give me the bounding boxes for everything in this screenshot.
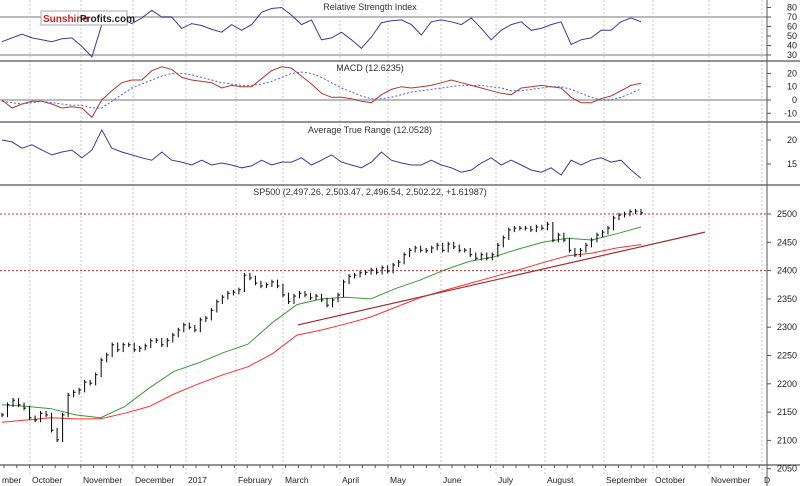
y-tick-label: 2250	[777, 351, 797, 361]
x-tick-label: mber	[2, 475, 22, 485]
price-title: SP500 (2,497.26, 2,503.47, 2,496.54, 2,5…	[253, 187, 486, 197]
y-tick-label: 2150	[777, 407, 797, 417]
trendline	[297, 231, 706, 326]
x-tick-label: April	[342, 475, 359, 485]
x-tick-label: October	[32, 475, 62, 485]
rsi-title: Relative Strength Index	[323, 2, 417, 12]
x-tick-label: September	[606, 475, 648, 485]
stock-chart: mber October November December 2017 February M…	[0, 0, 800, 486]
logo: Sunshine Profits.com	[40, 10, 135, 26]
x-tick-label: November	[83, 475, 122, 485]
y-tick-label: 80	[787, 3, 797, 13]
x-tick-label: 2017	[188, 475, 207, 485]
y-tick-label: 2450	[777, 237, 797, 247]
logo-part2: Profits.com	[80, 14, 135, 25]
y-tick-label: 40	[787, 41, 797, 51]
y-tick-label: 2200	[777, 379, 797, 389]
x-tick-label: July	[498, 475, 514, 485]
y-tick-label: 20	[787, 68, 797, 78]
atr-title: Average True Range (12.0528)	[308, 125, 432, 135]
y-tick-label: 70	[787, 12, 797, 22]
y-tick-label: 2100	[777, 435, 797, 445]
x-tick-label: June	[443, 475, 462, 485]
x-tick-label: March	[285, 475, 309, 485]
y-tick-label: 2500	[777, 209, 797, 219]
y-tick-label: -10	[784, 108, 797, 118]
y-tick-label: 15	[787, 159, 797, 169]
x-tick-label: October	[655, 475, 685, 485]
macd-title: MACD (12.6235)	[336, 63, 404, 73]
y-tick-label: 10	[787, 82, 797, 92]
x-tick-label: February	[238, 475, 273, 485]
y-tick-label: 2400	[777, 266, 797, 276]
y-tick-label: 60	[787, 22, 797, 32]
x-tick-label: May	[390, 475, 407, 485]
y-tick-label: 2300	[777, 322, 797, 332]
x-tick-label: November	[711, 475, 750, 485]
x-tick-label: December	[135, 475, 174, 485]
y-tick-label: 2350	[777, 294, 797, 304]
x-tick-label: August	[547, 475, 574, 485]
y-tick-label: 20	[787, 135, 797, 145]
y-tick-label: 0	[792, 95, 797, 105]
y-tick-label: 2050	[777, 464, 797, 474]
panels	[0, 60, 800, 466]
y-tick-label: 50	[787, 31, 797, 41]
y-tick-label: 30	[787, 50, 797, 60]
